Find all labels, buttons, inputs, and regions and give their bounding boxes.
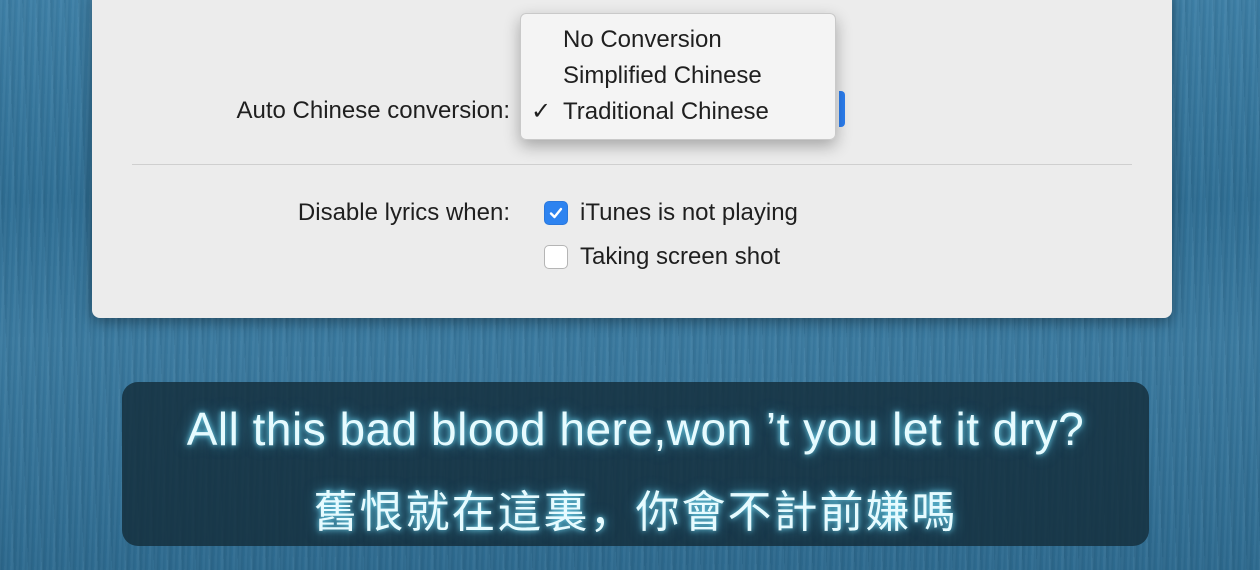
lyric-line-chinese: 舊恨就在這裏，你會不計前嫌嗎 xyxy=(313,487,958,538)
menu-item-label: Simplified Chinese xyxy=(563,62,762,89)
conversion-popup-button[interactable] xyxy=(839,91,845,127)
menu-item-simplified-chinese[interactable]: Simplified Chinese xyxy=(521,58,835,94)
disable-lyrics-label: Disable lyrics when: xyxy=(297,199,510,226)
menu-item-no-conversion[interactable]: No Conversion xyxy=(521,22,835,58)
lyric-line-english: All this bad blood here,won ’t you let i… xyxy=(186,403,1085,455)
checkbox-unchecked[interactable] xyxy=(544,245,568,269)
desktop-lyrics-panel[interactable]: All this bad blood here,won ’t you let i… xyxy=(122,382,1149,546)
option-itunes-not-playing[interactable]: iTunes is not playing xyxy=(544,198,798,228)
chinese-conversion-label: Auto Chinese conversion: xyxy=(236,97,511,124)
menu-item-label: No Conversion xyxy=(563,26,722,53)
option-label: Taking screen shot xyxy=(580,243,781,270)
option-taking-screen-shot[interactable]: Taking screen shot xyxy=(544,242,780,272)
menu-item-traditional-chinese[interactable]: ✓ Traditional Chinese xyxy=(521,94,835,130)
option-label: iTunes is not playing xyxy=(580,199,798,226)
checkmark-icon: ✓ xyxy=(531,98,552,125)
checkmark-icon xyxy=(549,207,563,219)
menu-item-label: Traditional Chinese xyxy=(563,98,769,125)
section-divider xyxy=(132,164,1132,165)
checkbox-checked[interactable] xyxy=(544,201,568,225)
conversion-dropdown-menu: No Conversion Simplified Chinese ✓ Tradi… xyxy=(520,13,836,140)
